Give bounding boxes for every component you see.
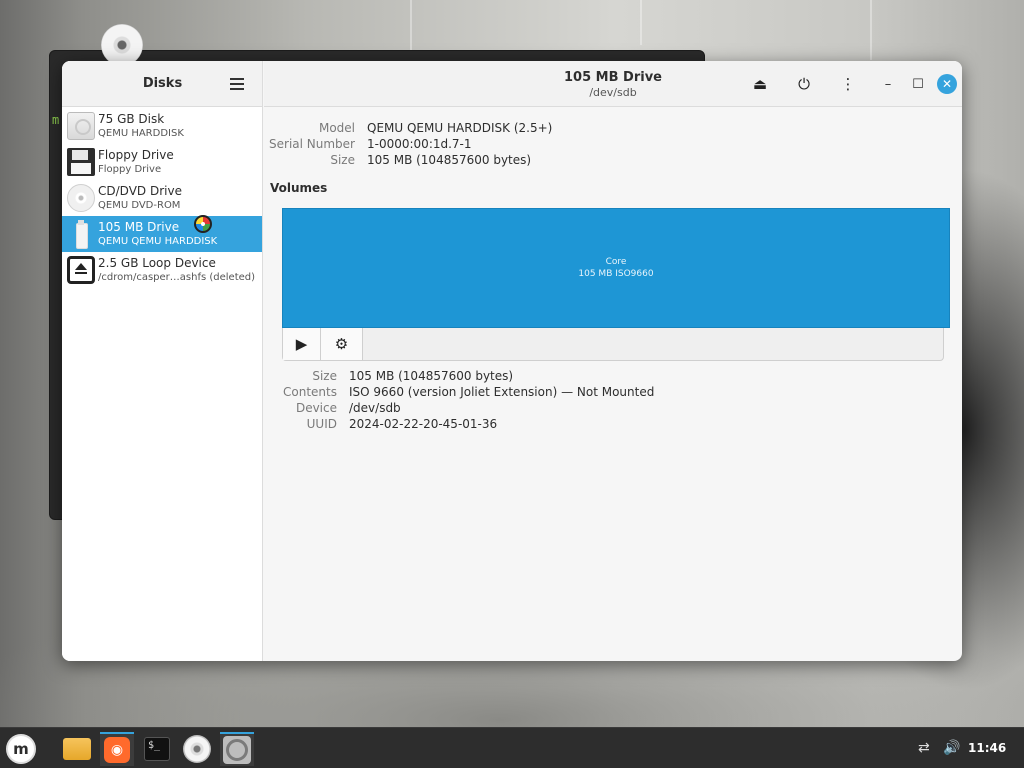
disks-taskbar-button[interactable] [220,732,254,766]
volume-icon[interactable]: 🔊 [943,740,960,756]
disk-item-label: 105 MB Drive [98,220,180,234]
partition-block[interactable]: Core 105 MB ISO9660 [282,208,950,328]
firefox-launcher[interactable]: ◉ [100,732,134,766]
disk-item-label: 2.5 GB Loop Device [98,256,216,270]
cd-launcher[interactable] [180,732,214,766]
floor-tile-line [640,0,642,45]
contents-value: ISO 9660 (version Joliet Extension) — No… [349,385,655,399]
floppy-icon [67,148,95,176]
network-icon[interactable]: ⇄ [918,740,930,756]
volume-size-label: Size [312,369,337,383]
minimize-button[interactable]: – [878,74,898,94]
eject-icon: ⏏ [752,75,768,93]
disk-item-label: CD/DVD Drive [98,184,182,198]
disk-item-sublabel: Floppy Drive [98,164,162,175]
disk-item-floppy[interactable]: Floppy Drive Floppy Drive [62,144,262,180]
disk-list: 75 GB Disk QEMU HARDDISK Floppy Drive Fl… [62,108,262,288]
disks-icon [223,736,251,764]
disks-window: Disks 75 GB Disk QEMU HARDDISK Floppy Dr… [62,61,962,661]
eject-button[interactable]: ⏏ [748,72,772,96]
mount-button[interactable]: ▶ [283,328,321,360]
firefox-icon: ◉ [104,737,130,763]
folder-icon [63,738,91,760]
clock[interactable]: 11:46 [968,741,1006,755]
partition-options-button[interactable]: ⚙ [321,328,363,360]
sidebar: Disks 75 GB Disk QEMU HARDDISK Floppy Dr… [62,61,263,661]
play-icon: ▶ [295,335,308,353]
desktop-cd-icon[interactable] [101,24,143,66]
drive-options-button[interactable]: ⋮ [836,72,860,96]
files-launcher[interactable] [60,732,94,766]
cd-icon [183,735,211,763]
size-value: 105 MB (104857600 bytes) [367,153,532,167]
device-label: Device [295,401,337,415]
floor-tile-line [870,0,872,60]
taskbar: m ◉ $_ ⇄ 🔊 11:46 [0,727,1024,768]
disk-item-sublabel: /cdrom/casper…ashfs (deleted) [98,272,256,283]
disk-item-sublabel: QEMU DVD-ROM [98,200,181,211]
disk-item-75gb[interactable]: 75 GB Disk QEMU HARDDISK [62,108,262,144]
model-value: QEMU QEMU HARDDISK (2.5+) [367,121,553,135]
uuid-label: UUID [306,417,337,431]
gears-icon: ⚙ [334,335,349,353]
header-bar: 105 MB Drive /dev/sdb ⏏ ⏻ ⋮ – ☐ ✕ [264,61,962,107]
usb-drive-icon [67,220,95,249]
loop-device-icon [67,256,95,284]
vertical-dots-icon: ⋮ [840,75,856,93]
close-button[interactable]: ✕ [937,74,957,94]
serial-label: Serial Number [269,137,355,151]
sidebar-header: Disks [62,61,262,107]
maximize-button[interactable]: ☐ [908,74,928,94]
volume-size-value: 105 MB (104857600 bytes) [349,369,514,383]
uuid-value: 2024-02-22-20-45-01-36 [349,417,498,431]
terminal-launcher[interactable]: $_ [140,732,174,766]
partition-name: Core [605,257,627,267]
size-label: Size [330,153,355,167]
volume-toolbar: ▶ ⚙ [282,328,944,361]
disk-item-label: Floppy Drive [98,148,174,162]
partition-description: 105 MB ISO9660 [578,269,654,279]
serial-value: 1-0000:00:1d.7-1 [367,137,472,151]
disk-item-105mb[interactable]: 105 MB Drive QEMU QEMU HARDDISK [62,216,262,252]
close-icon: ✕ [941,77,953,91]
disk-item-sublabel: QEMU HARDDISK [98,128,184,139]
disk-item-label: 75 GB Disk [98,112,165,126]
busy-cursor-icon [194,215,212,233]
minimize-icon: – [884,76,892,92]
disk-item-loop[interactable]: 2.5 GB Loop Device /cdrom/casper…ashfs (… [62,252,262,288]
disk-item-cd-dvd[interactable]: CD/DVD Drive QEMU DVD-ROM [62,180,262,216]
terminal-icon: $_ [144,737,170,761]
cd-drive-icon [67,184,95,212]
maximize-icon: ☐ [912,76,924,92]
disk-item-sublabel: QEMU QEMU HARDDISK [98,236,218,247]
menu-button[interactable]: m [4,732,38,766]
power-icon: ⏻ [798,75,810,93]
menu-icon[interactable] [230,78,244,90]
mint-logo-icon: m [6,734,36,764]
contents-label: Contents [283,385,337,399]
power-off-button[interactable]: ⏻ [792,72,816,96]
model-label: Model [318,121,355,135]
volumes-heading: Volumes [270,181,328,195]
device-value: /dev/sdb [349,401,401,415]
hard-disk-icon [67,112,95,140]
